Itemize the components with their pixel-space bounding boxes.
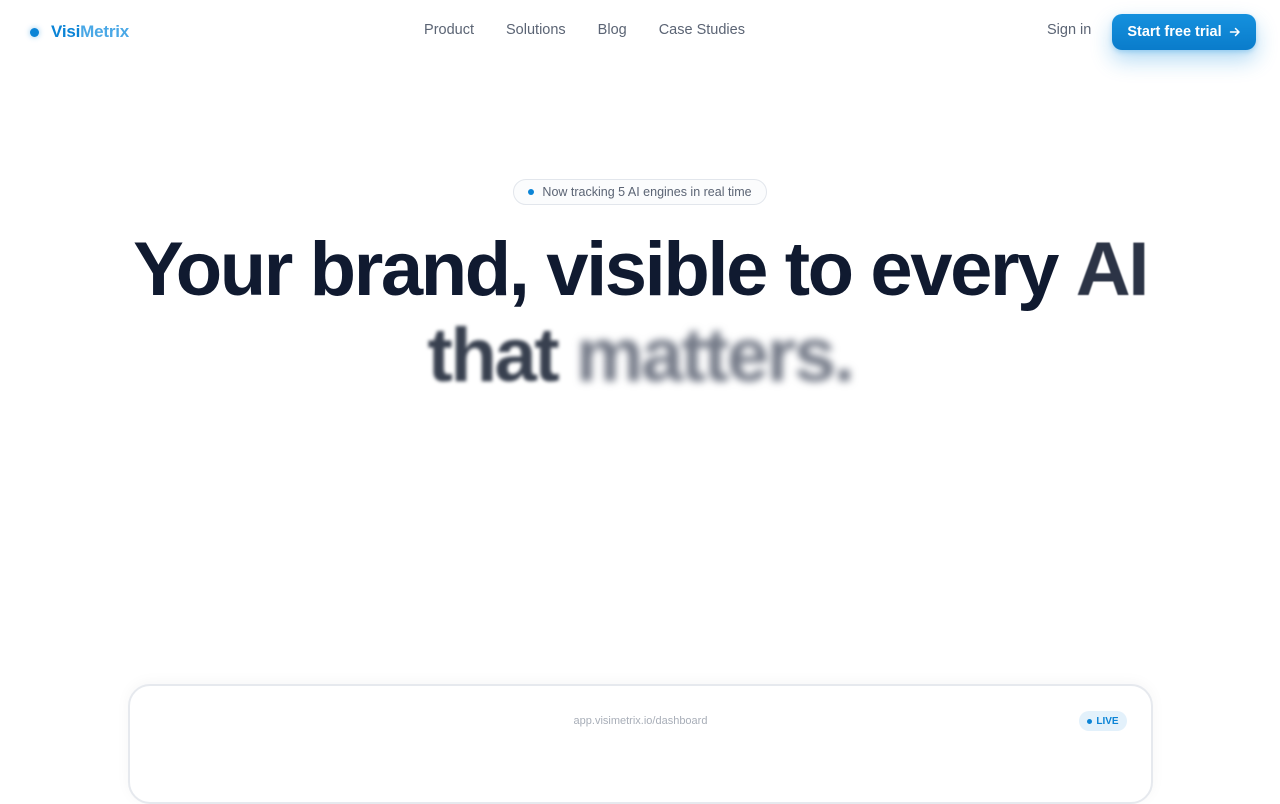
nav-product[interactable]: Product	[424, 22, 474, 38]
live-badge: LIVE	[1079, 711, 1127, 731]
headline-word-that: that	[427, 313, 560, 398]
preview-url: app.visimetrix.io/dashboard	[573, 715, 708, 727]
hero-headline-line-2: that matters.	[0, 318, 1280, 394]
headline-word-ai: AI	[1075, 227, 1150, 312]
hero-headline-line-1: Your brand, visible to every AI	[133, 227, 1150, 312]
status-dot-icon	[528, 189, 535, 195]
top-navigation: VisiMetrix Product Solutions Blog Case S…	[0, 0, 1280, 64]
badge-text: Now tracking 5 AI engines in real time	[542, 185, 752, 199]
live-dot-icon	[1087, 718, 1093, 724]
headline-word-matters: matters.	[575, 313, 855, 398]
start-free-trial-button[interactable]: Start free trial	[1112, 14, 1256, 50]
nav-case-studies[interactable]: Case Studies	[659, 22, 745, 38]
sign-in-link[interactable]: Sign in	[1047, 22, 1091, 38]
main-nav: Product Solutions Blog Case Studies	[0, 22, 1169, 38]
arrow-right-icon	[1229, 27, 1240, 37]
nav-solutions[interactable]: Solutions	[506, 22, 566, 38]
dashboard-preview-card: app.visimetrix.io/dashboard LIVE	[128, 684, 1153, 804]
cta-label: Start free trial	[1127, 24, 1222, 40]
nav-blog[interactable]: Blog	[598, 22, 627, 38]
announcement-badge: Now tracking 5 AI engines in real time	[513, 179, 767, 205]
